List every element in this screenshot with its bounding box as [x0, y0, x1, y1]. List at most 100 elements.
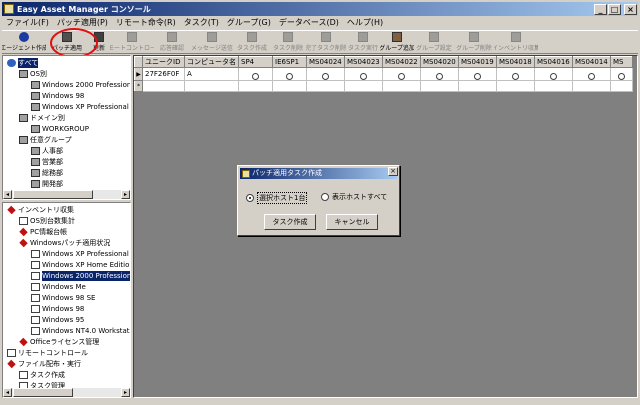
close-button[interactable]: ×: [624, 3, 637, 15]
tree-bottom-hscroll-left-arrow-icon[interactable]: ◂: [3, 388, 12, 397]
tree_bottom-node-5[interactable]: Windows XP Home Edition: [31, 260, 130, 270]
column-header-11[interactable]: MS04014: [572, 56, 611, 68]
grid-cell[interactable]: A: [184, 67, 239, 81]
row-selector-icon[interactable]: ▶: [134, 67, 143, 81]
tree-top-hscroll-thumb[interactable]: [13, 190, 93, 199]
tree_bottom-node-12[interactable]: Officeライセンス管理: [19, 337, 99, 347]
menu-patch[interactable]: パッチ適用(P): [53, 17, 112, 29]
grid-cell[interactable]: ○: [420, 67, 459, 81]
tree_top-node-0[interactable]: すべて: [7, 58, 39, 68]
tree_top-node-8[interactable]: 人事部: [31, 146, 63, 156]
tree_top-node-2[interactable]: Windows 2000 Professional: [31, 80, 130, 90]
dialog-close-button[interactable]: ×: [388, 167, 398, 176]
column-header-8[interactable]: MS04019: [458, 56, 497, 68]
grid-cell-empty[interactable]: [610, 80, 633, 92]
tree_top-node-3[interactable]: Windows 98: [31, 91, 84, 101]
toolbar-button-10[interactable]: グループ追加: [380, 31, 414, 53]
tree_bottom-node-14[interactable]: ファイル配布・実行: [7, 359, 81, 369]
tree_bottom-node-8[interactable]: Windows 98 SE: [31, 293, 95, 303]
tree_bottom-node-7[interactable]: Windows Me: [31, 282, 86, 292]
new-row[interactable]: *: [134, 80, 633, 92]
tree-top-hscroll-right-arrow-icon[interactable]: ▸: [121, 190, 130, 199]
radio-all-hosts-dot[interactable]: [321, 193, 329, 201]
column-header-12[interactable]: MS: [610, 56, 633, 68]
tree-bottom-hscroll-thumb[interactable]: [13, 388, 73, 397]
grid-cell-empty[interactable]: [272, 80, 307, 92]
toolbar-button-0[interactable]: エージェント作成: [2, 31, 46, 53]
tree_top-node-4[interactable]: Windows XP Professional: [31, 102, 129, 112]
tree-top-hscroll-left-arrow-icon[interactable]: ◂: [3, 190, 12, 199]
tree_top-node-7[interactable]: 任意グループ: [19, 135, 72, 145]
column-header-5[interactable]: MS04023: [344, 56, 383, 68]
grid-cell[interactable]: ○: [572, 67, 611, 81]
toolbar-button-5[interactable]: メッセージ送信: [190, 31, 234, 53]
grid-cell[interactable]: ○: [306, 67, 345, 81]
grid-cell[interactable]: ○: [238, 67, 273, 81]
toolbar-button-6[interactable]: タスク作成: [234, 31, 270, 53]
create-task-button[interactable]: タスク作成: [264, 214, 316, 230]
table-row[interactable]: ▶27F26F0FA ○ ○ ○ ○ ○ ○ ○ ○ ○ ○ ○: [134, 67, 633, 81]
tree_bottom-node-4[interactable]: Windows XP Professional: [31, 249, 129, 259]
menu-remote[interactable]: リモート命令(R): [112, 17, 180, 29]
grid-cell-empty[interactable]: [420, 80, 459, 92]
grid-cell-empty[interactable]: [572, 80, 611, 92]
tree_bottom-node-15[interactable]: タスク作成: [19, 370, 65, 380]
tree_top-node-11[interactable]: 開発部: [31, 179, 63, 189]
grid-cell[interactable]: 27F26F0F: [142, 67, 185, 81]
tree_bottom-node-13[interactable]: リモートコントロール: [7, 348, 88, 358]
tree_bottom-node-1[interactable]: OS別台数集計: [19, 216, 75, 226]
grid-cell-empty[interactable]: [306, 80, 345, 92]
menu-database[interactable]: データベース(D): [275, 17, 343, 29]
column-header-0[interactable]: ユニークID: [142, 56, 185, 68]
cancel-button[interactable]: キャンセル: [326, 214, 378, 230]
grid-cell-empty[interactable]: [458, 80, 497, 92]
column-header-9[interactable]: MS04018: [496, 56, 535, 68]
grid-cell[interactable]: ○: [610, 67, 633, 81]
column-header-6[interactable]: MS04022: [382, 56, 421, 68]
maximize-button[interactable]: □: [608, 3, 621, 15]
grid-cell-empty[interactable]: [496, 80, 535, 92]
tree-bottom-hscroll[interactable]: ◂ ▸: [3, 388, 130, 397]
column-header-3[interactable]: IE6SP1: [272, 56, 307, 68]
menu-file[interactable]: ファイル(F): [2, 17, 53, 29]
grid-cell-empty[interactable]: [142, 80, 185, 92]
tree_bottom-node-6[interactable]: Windows 2000 Professional: [31, 271, 130, 281]
radio-selected-host[interactable]: 選択ホスト1台: [246, 192, 308, 204]
toolbar-button-3[interactable]: リモートコントロール: [110, 31, 154, 53]
grid-cell[interactable]: ○: [382, 67, 421, 81]
tree_bottom-node-9[interactable]: Windows 98: [31, 304, 84, 314]
grid-cell-empty[interactable]: [184, 80, 239, 92]
tree_top-node-1[interactable]: OS別: [19, 69, 47, 79]
toolbar-button-4[interactable]: 応答確認: [154, 31, 190, 53]
grid-cell[interactable]: ○: [496, 67, 535, 81]
tree-top-hscroll[interactable]: ◂ ▸: [3, 190, 130, 199]
radio-selected-host-dot[interactable]: [246, 194, 254, 202]
grid-cell-empty[interactable]: [382, 80, 421, 92]
grid-cell[interactable]: ○: [534, 67, 573, 81]
toolbar-button-1[interactable]: パッチ適用: [46, 31, 88, 53]
column-header-4[interactable]: MS04024: [306, 56, 345, 68]
radio-all-hosts[interactable]: 表示ホストすべて: [321, 192, 387, 202]
tree_bottom-node-2[interactable]: PC情報台帳: [19, 227, 67, 237]
toolbar-button-2[interactable]: 更新: [88, 31, 110, 53]
minimize-button[interactable]: _: [594, 3, 607, 15]
toolbar-button-11[interactable]: グループ設定: [414, 31, 454, 53]
menu-help[interactable]: ヘルプ(H): [343, 17, 387, 29]
grid-cell-empty[interactable]: [534, 80, 573, 92]
toolbar-button-9[interactable]: タスク実行: [346, 31, 380, 53]
tree_top-node-5[interactable]: ドメイン別: [19, 113, 65, 123]
menu-group[interactable]: グループ(G): [223, 17, 275, 29]
tree_top-node-9[interactable]: 営業部: [31, 157, 63, 167]
tree_bottom-node-3[interactable]: Windowsパッチ適用状況: [19, 238, 110, 248]
column-header-10[interactable]: MS04016: [534, 56, 573, 68]
column-header-7[interactable]: MS04020: [420, 56, 459, 68]
grid-cell-empty[interactable]: [344, 80, 383, 92]
toolbar-button-8[interactable]: 完了タスク削除: [306, 31, 346, 53]
column-header-2[interactable]: SP4: [238, 56, 273, 68]
tree_top-node-6[interactable]: WORKGROUP: [31, 124, 89, 134]
grid-cell[interactable]: ○: [458, 67, 497, 81]
tree_bottom-node-11[interactable]: Windows NT4.0 Workstation: [31, 326, 130, 336]
grid-cell[interactable]: ○: [272, 67, 307, 81]
tree-bottom-hscroll-right-arrow-icon[interactable]: ▸: [121, 388, 130, 397]
toolbar-button-12[interactable]: グループ削除: [454, 31, 494, 53]
